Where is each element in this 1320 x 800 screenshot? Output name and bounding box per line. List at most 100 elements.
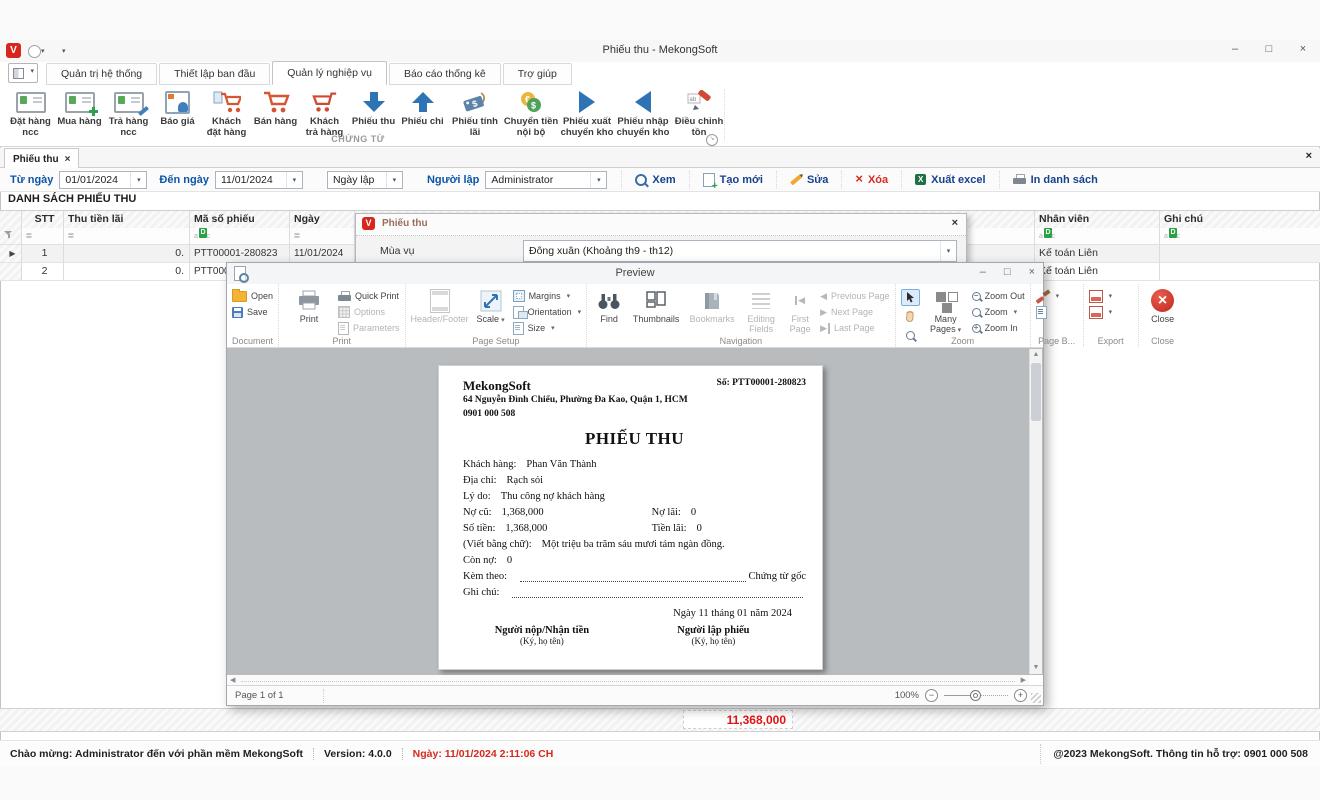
grid-cell[interactable]: 0. <box>64 263 190 280</box>
grid-cell[interactable]: Kế toán Liên <box>1035 245 1160 262</box>
tab-close-icon[interactable]: × <box>65 154 71 165</box>
filter-cell[interactable] <box>64 228 190 244</box>
ribbon-item-mua-hang[interactable]: Mua hàng <box>55 87 104 128</box>
preview-close-button[interactable]: × <box>1029 266 1035 278</box>
ribbon-item-tra-hang-ncc[interactable]: Trả hàng ncc <box>104 87 153 138</box>
preview-vertical-scrollbar[interactable]: ▲ ▼ <box>1029 349 1042 674</box>
creator-combo[interactable]: Administrator <box>485 171 607 189</box>
season-combo[interactable]: Đông xuân (Khoảng th9 - th12) <box>523 240 957 262</box>
chevron-down-icon[interactable] <box>940 241 956 261</box>
zoom-plus-button[interactable]: + <box>1014 689 1027 702</box>
many-pages-button[interactable]: Many Pages <box>924 287 968 335</box>
grid-cell[interactable] <box>1160 263 1320 280</box>
export-excel-button[interactable]: Xuất excel <box>901 171 998 189</box>
grid-column-header[interactable]: STT <box>22 211 64 228</box>
close-button[interactable]: × <box>1296 43 1310 55</box>
tab-phieu-thu-document[interactable]: Phiếu thu × <box>4 148 79 169</box>
equals-filter-icon[interactable] <box>294 230 300 242</box>
from-date-combo[interactable]: 01/01/2024 <box>59 171 147 189</box>
print-button[interactable]: Print <box>284 287 334 325</box>
dialog-close-icon[interactable]: × <box>952 217 958 229</box>
bookmarks-button[interactable]: Bookmarks <box>686 287 738 325</box>
grid-cell[interactable]: PTT00001-280823 <box>190 245 290 262</box>
chevron-down-icon[interactable] <box>286 172 302 188</box>
export-document-button[interactable] <box>1089 289 1113 303</box>
thumbnails-button[interactable]: Thumbnails <box>630 287 682 325</box>
ribbon-item-phieu-thu[interactable]: Phiếu thu <box>349 87 398 128</box>
tab-bao-cao-thong-ke[interactable]: Báo cáo thống kê <box>389 63 501 85</box>
grid-cell[interactable]: 11/01/2024 <box>290 245 355 262</box>
grid-cell[interactable]: 0. <box>64 245 190 262</box>
ribbon-item-ban-hang[interactable]: Bán hàng <box>251 87 300 128</box>
equals-filter-icon[interactable] <box>68 230 74 242</box>
ribbon-item-phieu-tinh-lai[interactable]: $ Phiếu tính lãi <box>447 87 503 138</box>
preview-minimize-button[interactable]: – <box>980 266 986 278</box>
options-button[interactable]: Options <box>338 305 400 319</box>
grid-cell[interactable]: Kế toán Liên <box>1035 263 1160 280</box>
next-page-button[interactable]: ▶Next Page <box>820 305 889 319</box>
pointer-tool-button[interactable] <box>901 289 920 306</box>
tab-quan-tri-he-thong[interactable]: Quản trị hệ thống <box>46 63 157 85</box>
chevron-down-icon[interactable] <box>386 172 402 188</box>
previous-page-button[interactable]: ◀Previous Page <box>820 289 889 303</box>
edit-button[interactable]: Sửa <box>776 171 841 189</box>
ribbon-item-phieu-xuat-chuyen-kho[interactable]: Phiếu xuất chuyển kho <box>559 87 615 138</box>
contains-filter-icon[interactable] <box>194 228 211 239</box>
scroll-down-icon[interactable]: ▼ <box>1030 662 1042 674</box>
grid-column-header[interactable]: Thu tiền lãi <box>64 211 190 228</box>
contains-filter-icon[interactable] <box>1039 228 1056 239</box>
hand-tool-button[interactable] <box>901 308 920 325</box>
ribbon-gallery-button[interactable] <box>8 63 38 83</box>
quick-print-button[interactable]: Quick Print <box>338 289 400 303</box>
page-color-button[interactable] <box>1036 289 1060 303</box>
chevron-down-icon[interactable] <box>590 172 606 188</box>
view-button[interactable]: Xem <box>621 171 688 189</box>
margins-button[interactable]: Margins <box>513 289 582 303</box>
ribbon-group-launcher-icon[interactable] <box>706 134 718 146</box>
last-page-button[interactable]: ▶Last Page <box>820 321 889 335</box>
filter-cell[interactable] <box>1160 228 1320 244</box>
parameters-button[interactable]: Parameters <box>338 321 400 335</box>
editing-fields-button[interactable]: Editing Fields <box>742 287 780 335</box>
tab-quan-ly-nghiep-vu[interactable]: Quản lý nghiệp vụ <box>272 61 387 85</box>
size-button[interactable]: Size <box>513 321 582 335</box>
save-button[interactable]: Save <box>232 305 273 319</box>
ribbon-item-chuyen-tien-noi-bo[interactable]: €$ Chuyển tiền nội bộ <box>503 87 559 138</box>
scale-button[interactable]: Scale <box>473 287 509 325</box>
preview-maximize-button[interactable]: □ <box>1004 266 1011 278</box>
tab-tro-giup[interactable]: Trợ giúp <box>503 63 572 85</box>
grid-cell[interactable] <box>1160 245 1320 262</box>
preview-title-bar[interactable]: Preview – □ × <box>227 263 1043 285</box>
dialog-title-bar[interactable]: Phiếu thu × <box>356 214 966 236</box>
ribbon-item-phieu-chi[interactable]: Phiếu chi <box>398 87 447 128</box>
grid-column-header[interactable]: Ngày <box>290 211 355 228</box>
minimize-button[interactable]: – <box>1228 43 1242 55</box>
zoom-slider[interactable] <box>944 689 1008 702</box>
date-type-combo[interactable]: Ngày lập <box>327 171 403 189</box>
filter-cell[interactable] <box>290 228 355 244</box>
create-button[interactable]: Tạo mới <box>689 171 776 189</box>
grid-column-header[interactable]: Nhân viên <box>1035 211 1160 228</box>
watermark-button[interactable] <box>1036 305 1060 319</box>
grid-cell[interactable]: 2 <box>22 263 64 280</box>
zoom-button[interactable]: Zoom <box>972 305 1025 319</box>
ribbon-item-dat-hang-ncc[interactable]: Đặt hàng ncc <box>6 87 55 138</box>
chevron-down-icon[interactable] <box>130 172 146 188</box>
filter-cell[interactable] <box>1035 228 1160 244</box>
zoom-out-button[interactable]: Zoom Out <box>972 289 1025 303</box>
first-page-button[interactable]: ◀ First Page <box>784 287 816 335</box>
print-list-button[interactable]: In danh sách <box>999 171 1111 189</box>
to-date-combo[interactable]: 11/01/2024 <box>215 171 303 189</box>
zoom-in-button[interactable]: Zoom In <box>972 321 1025 335</box>
header-footer-button[interactable]: Header/Footer <box>411 287 469 325</box>
ribbon-item-khach-dat-hang[interactable]: Khách đặt hàng <box>202 87 251 138</box>
zoom-minus-button[interactable]: − <box>925 689 938 702</box>
scroll-up-icon[interactable]: ▲ <box>1030 349 1042 361</box>
tab-thiet-lap-ban-dau[interactable]: Thiết lập ban đầu <box>159 63 270 85</box>
zoom-slider-thumb[interactable] <box>970 690 981 701</box>
tabbar-close-icon[interactable]: × <box>1306 150 1312 162</box>
maximize-button[interactable]: □ <box>1262 43 1276 55</box>
delete-button[interactable]: Xóa <box>841 171 901 189</box>
find-button[interactable]: Find <box>592 287 626 325</box>
preview-close-big-button[interactable]: Close <box>1144 287 1182 325</box>
